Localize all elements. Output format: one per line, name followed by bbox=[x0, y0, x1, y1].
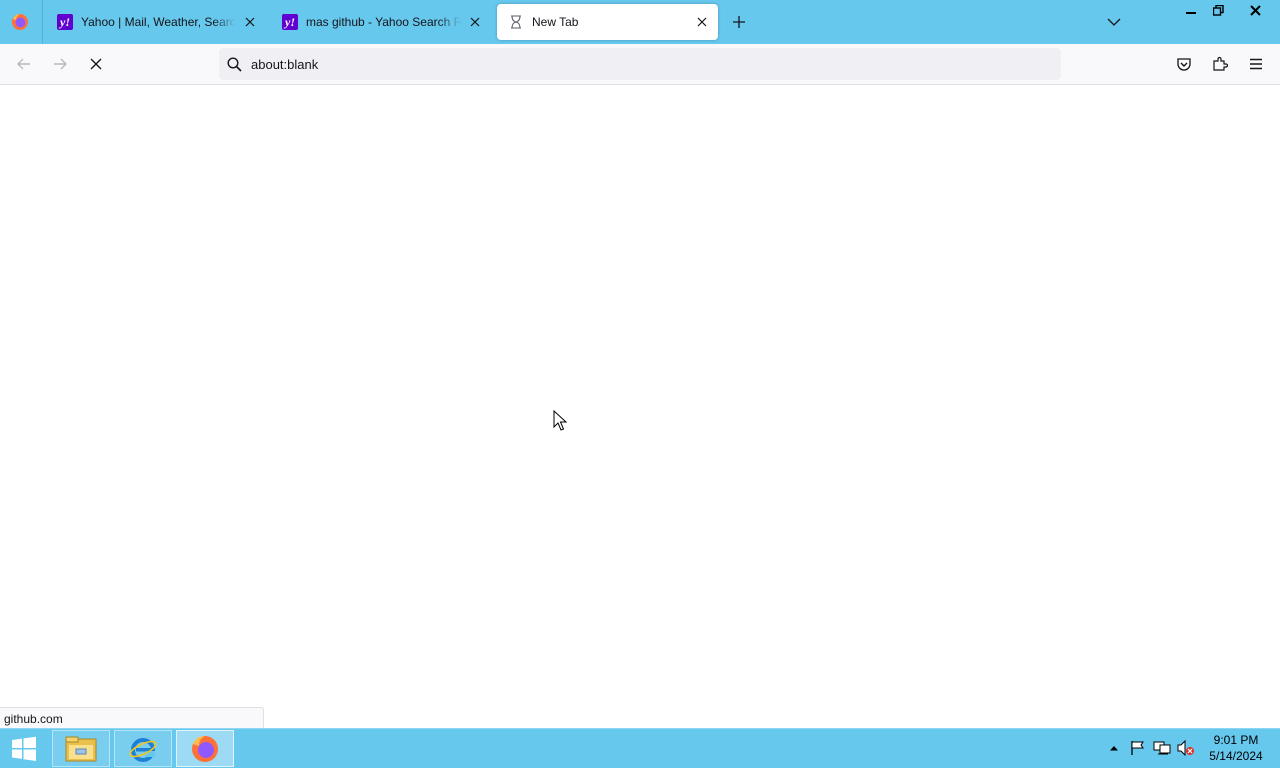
yahoo-favicon: y! bbox=[282, 14, 298, 30]
tab-yahoo-home[interactable]: y! Yahoo | Mail, Weather, Search, Politi… bbox=[46, 4, 266, 40]
loading-hourglass-icon bbox=[508, 14, 524, 30]
pocket-icon bbox=[1177, 58, 1191, 71]
close-window-button[interactable] bbox=[1240, 0, 1270, 20]
extensions-button[interactable] bbox=[1206, 50, 1234, 78]
stop-button[interactable] bbox=[82, 50, 110, 78]
firefox-view-button[interactable] bbox=[6, 8, 34, 36]
yahoo-favicon: y! bbox=[57, 14, 73, 30]
firefox-icon bbox=[12, 14, 28, 30]
status-panel: github.com bbox=[0, 707, 264, 728]
taskbar-file-explorer[interactable] bbox=[52, 730, 110, 767]
restore-icon bbox=[1212, 4, 1224, 16]
chevron-up-icon bbox=[1110, 746, 1118, 751]
back-button[interactable] bbox=[10, 50, 38, 78]
close-tab-icon[interactable] bbox=[694, 14, 710, 30]
minimize-icon bbox=[1186, 12, 1196, 14]
flag-icon bbox=[1131, 741, 1144, 755]
mouse-cursor-icon bbox=[553, 409, 568, 437]
page-content[interactable] bbox=[0, 86, 1280, 728]
close-icon bbox=[1249, 4, 1261, 16]
search-icon bbox=[226, 56, 242, 72]
taskbar-firefox[interactable] bbox=[176, 730, 234, 767]
tab-title: Yahoo | Mail, Weather, Search, Politics,… bbox=[81, 15, 236, 29]
forward-arrow-icon bbox=[54, 58, 67, 70]
tab-separator bbox=[42, 0, 43, 44]
tab-title: New Tab bbox=[532, 15, 579, 29]
show-hidden-icons-button[interactable] bbox=[1105, 739, 1123, 757]
app-menu-button[interactable] bbox=[1242, 50, 1270, 78]
stop-loading-icon bbox=[90, 58, 102, 70]
list-all-tabs-button[interactable] bbox=[1102, 10, 1126, 34]
tab-strip: y! Yahoo | Mail, Weather, Search, Politi… bbox=[0, 0, 1280, 44]
close-tab-icon[interactable] bbox=[242, 14, 258, 30]
start-button[interactable] bbox=[0, 729, 48, 769]
restore-button[interactable] bbox=[1204, 0, 1232, 20]
volume-control[interactable] bbox=[1177, 739, 1195, 757]
puzzle-piece-icon bbox=[1213, 56, 1228, 71]
network-icon bbox=[1153, 741, 1171, 755]
taskbar-internet-explorer[interactable] bbox=[114, 730, 172, 767]
action-center-flag[interactable] bbox=[1129, 739, 1147, 757]
address-bar[interactable] bbox=[219, 48, 1061, 80]
url-input[interactable] bbox=[251, 56, 1031, 72]
hamburger-menu-icon bbox=[1250, 58, 1262, 70]
firefox-icon bbox=[192, 735, 218, 762]
minimize-button[interactable] bbox=[1177, 0, 1205, 20]
new-tab-button[interactable] bbox=[727, 10, 751, 34]
system-clock[interactable]: 9:01 PM 5/14/2024 bbox=[1200, 732, 1272, 764]
close-tab-icon[interactable] bbox=[467, 14, 483, 30]
forward-button[interactable] bbox=[46, 50, 74, 78]
speaker-muted-icon bbox=[1177, 740, 1194, 756]
clock-time: 9:01 PM bbox=[1213, 733, 1259, 747]
tab-new-tab[interactable]: New Tab bbox=[497, 4, 718, 40]
network-status[interactable] bbox=[1153, 739, 1171, 757]
tab-title: mas github - Yahoo Search Results bbox=[306, 15, 461, 29]
taskbar: 9:01 PM 5/14/2024 bbox=[0, 728, 1280, 768]
windows-logo-icon bbox=[12, 736, 36, 761]
back-arrow-icon bbox=[17, 58, 30, 70]
file-explorer-icon bbox=[65, 736, 97, 761]
clock-date: 5/14/2024 bbox=[1209, 749, 1263, 763]
navigation-toolbar bbox=[0, 44, 1280, 85]
chevron-down-icon bbox=[1107, 18, 1121, 26]
save-to-pocket-button[interactable] bbox=[1170, 50, 1198, 78]
plus-icon bbox=[733, 16, 745, 28]
tab-yahoo-search[interactable]: y! mas github - Yahoo Search Results bbox=[271, 4, 491, 40]
internet-explorer-icon bbox=[129, 737, 157, 762]
